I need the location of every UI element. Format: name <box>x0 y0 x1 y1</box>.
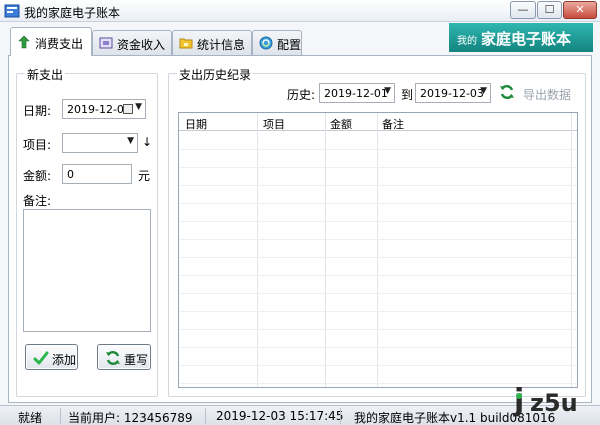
export-data-button[interactable]: 导出数据 <box>523 86 571 103</box>
history-to-label: 到 <box>401 88 414 102</box>
refresh-history-icon[interactable] <box>499 84 515 100</box>
status-datetime: 2019-12-03 15:17:45 <box>216 409 344 423</box>
row-divider <box>179 311 577 312</box>
item-select[interactable]: ▼ <box>62 133 138 153</box>
status-divider <box>205 408 206 424</box>
status-divider <box>60 408 61 424</box>
date-picker[interactable]: 2019-12-03 ▼ <box>62 99 146 119</box>
brand-title: 家庭电子账本 <box>481 30 572 48</box>
date-value: 2019-12-03 <box>67 103 131 116</box>
row-divider <box>179 149 577 150</box>
row-divider <box>179 257 577 258</box>
tab-label: 统计信息 <box>197 38 246 52</box>
row-divider <box>179 275 577 276</box>
row-divider <box>179 203 577 204</box>
refresh-icon <box>106 351 120 365</box>
column-header-item[interactable]: 项目 <box>263 116 285 132</box>
status-user: 当前用户: 123456789 <box>68 411 193 425</box>
row-divider <box>179 239 577 240</box>
client-area: 消费支出 资金收入 统计信息 配置 我的 家庭电子账本 新支出 日期: 2019… <box>0 22 600 407</box>
history-group: 支出历史纪录 历史: 2019-12-01 ▼ 到 2019-12-03 ▼ 导… <box>168 66 586 397</box>
watermark-text: z5u <box>530 389 578 417</box>
history-from-date[interactable]: 2019-12-01 ▼ <box>319 83 395 103</box>
spend-arrow-icon <box>18 35 30 49</box>
title-bar: 我的家庭电子账本 — ☐ ✕ <box>0 0 600 22</box>
watermark-logo: j z5u <box>508 383 600 425</box>
column-header-memo[interactable]: 备注 <box>382 116 404 132</box>
new-expense-title: 新支出 <box>25 66 66 83</box>
tab-income[interactable]: 资金收入 <box>92 30 172 55</box>
tab-label: 资金收入 <box>117 38 166 52</box>
tab-panel-spend: 新支出 日期: 2019-12-03 ▼ 项目: ▼ ↓ 金额: 0 元 备注: <box>8 55 592 403</box>
history-from-value: 2019-12-01 <box>324 87 388 100</box>
chevron-down-icon[interactable]: ▼ <box>135 102 142 112</box>
watermark-j: j <box>514 383 525 418</box>
memo-textarea[interactable] <box>23 209 151 332</box>
tab-label: 配置 <box>277 38 302 52</box>
config-globe-icon <box>259 36 273 50</box>
status-divider <box>340 408 341 424</box>
reset-button-label: 重写 <box>124 353 149 367</box>
item-extra-icon[interactable]: ↓ <box>142 135 152 149</box>
stats-folder-icon <box>179 38 193 49</box>
checkmark-icon <box>33 351 49 365</box>
date-label: 日期: <box>23 104 52 118</box>
table-header: 日期 项目 金额 备注 <box>179 113 577 131</box>
row-divider <box>179 293 577 294</box>
column-header-date[interactable]: 日期 <box>185 116 207 132</box>
row-divider <box>179 167 577 168</box>
calendar-icon[interactable] <box>123 104 133 114</box>
tab-stats[interactable]: 统计信息 <box>172 30 252 55</box>
memo-label: 备注: <box>23 194 52 208</box>
brand-prefix: 我的 <box>457 36 477 47</box>
history-title: 支出历史纪录 <box>177 66 254 83</box>
history-table[interactable]: 日期 项目 金额 备注 <box>178 112 578 388</box>
window-title: 我的家庭电子账本 <box>24 6 121 20</box>
add-button-label: 添加 <box>52 353 77 367</box>
income-window-icon <box>99 37 113 49</box>
reset-button[interactable]: 重写 <box>97 344 151 370</box>
history-to-date[interactable]: 2019-12-03 ▼ <box>415 83 491 103</box>
tab-label: 消费支出 <box>35 37 84 51</box>
row-divider <box>179 221 577 222</box>
history-to-value: 2019-12-03 <box>420 87 484 100</box>
new-expense-group: 新支出 日期: 2019-12-03 ▼ 项目: ▼ ↓ 金额: 0 元 备注: <box>16 66 158 397</box>
amount-value: 0 <box>67 168 74 181</box>
chevron-down-icon[interactable]: ▼ <box>384 86 391 96</box>
chevron-down-icon[interactable]: ▼ <box>127 136 134 146</box>
row-divider <box>179 365 577 366</box>
row-divider <box>179 347 577 348</box>
tab-config[interactable]: 配置 <box>252 30 302 55</box>
chevron-down-icon[interactable]: ▼ <box>480 86 487 96</box>
maximize-button[interactable]: ☐ <box>537 1 562 19</box>
amount-label: 金额: <box>23 169 52 183</box>
close-button[interactable]: ✕ <box>563 1 597 19</box>
watermark-dot <box>516 393 522 399</box>
minimize-button[interactable]: — <box>510 1 536 19</box>
history-range-label: 历史: <box>287 88 316 102</box>
amount-unit: 元 <box>138 169 151 183</box>
brand-banner: 我的 家庭电子账本 <box>449 23 593 52</box>
amount-input[interactable]: 0 <box>62 164 132 184</box>
status-state: 就绪 <box>18 411 43 425</box>
app-icon <box>4 4 20 18</box>
item-label: 项目: <box>23 138 52 152</box>
row-divider <box>179 329 577 330</box>
column-header-amount[interactable]: 金额 <box>330 116 352 132</box>
row-divider <box>179 185 577 186</box>
add-button[interactable]: 添加 <box>25 344 78 370</box>
tab-spend[interactable]: 消费支出 <box>10 27 92 56</box>
